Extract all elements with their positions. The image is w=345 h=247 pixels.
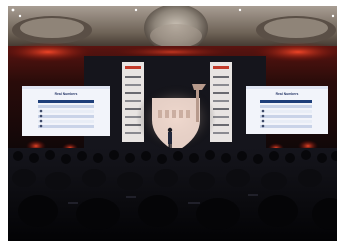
right-screen-title: Real Numbers bbox=[276, 92, 299, 96]
photo-frame: Real Numbers Real Numbers bbox=[0, 0, 345, 247]
right-screen: Real Numbers bbox=[246, 86, 328, 134]
conference-photo: Real Numbers Real Numbers bbox=[8, 6, 337, 241]
left-screen: Real Numbers bbox=[22, 86, 110, 136]
left-screen-title: Real Numbers bbox=[55, 92, 78, 96]
